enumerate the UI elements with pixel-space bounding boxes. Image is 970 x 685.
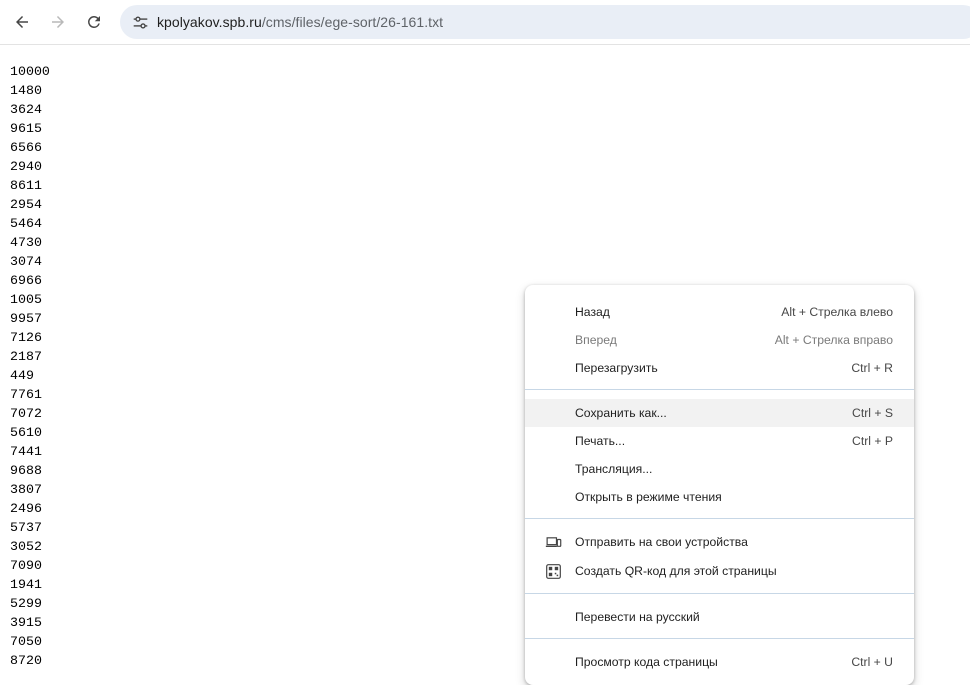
menu-item-cast[interactable]: Трансляция... [525, 455, 914, 483]
arrow-left-icon [16, 16, 28, 28]
text-line: 2496 [10, 501, 42, 516]
text-line: 10000 [10, 64, 50, 79]
text-line: 9957 [10, 311, 42, 326]
text-line: 4730 [10, 235, 42, 250]
text-line: 9688 [10, 463, 42, 478]
menu-item-create-qr[interactable]: Создать QR-код для этой страницы [525, 557, 914, 585]
text-line: 7761 [10, 387, 42, 402]
text-line: 7126 [10, 330, 42, 345]
menu-item-label: Вперед [575, 333, 617, 347]
menu-item-label: Отправить на свои устройства [575, 535, 748, 549]
menu-item-send-to-devices[interactable]: Отправить на свои устройства [525, 528, 914, 556]
menu-item-shortcut: Alt + Стрелка вправо [774, 333, 893, 347]
menu-item-print[interactable]: Печать... Ctrl + P [525, 427, 914, 455]
back-button[interactable] [6, 6, 38, 38]
text-line: 2954 [10, 197, 42, 212]
menu-item-label: Сохранить как... [575, 406, 667, 420]
text-line: 3074 [10, 254, 42, 269]
text-line: 449 [10, 368, 34, 383]
url-path: /cms/files/ege-sort/26-161.txt [261, 14, 444, 30]
text-line: 2187 [10, 349, 42, 364]
menu-item-shortcut: Ctrl + P [852, 434, 893, 448]
tune-icon [133, 15, 147, 29]
text-line: 7050 [10, 634, 42, 649]
address-bar[interactable]: kpolyakov.spb.ru/cms/files/ege-sort/26-1… [120, 5, 970, 39]
url-text[interactable]: kpolyakov.spb.ru/cms/files/ege-sort/26-1… [157, 14, 443, 30]
text-line: 1941 [10, 577, 42, 592]
menu-item-back[interactable]: Назад Alt + Стрелка влево [525, 298, 914, 326]
text-line: 1005 [10, 292, 42, 307]
text-line: 8720 [10, 653, 42, 668]
menu-item-label: Назад [575, 305, 610, 319]
menu-item-shortcut: Ctrl + R [851, 361, 893, 375]
menu-item-save-as[interactable]: Сохранить как... Ctrl + S [525, 399, 914, 427]
text-line: 3624 [10, 102, 42, 117]
page-text-content: 10000 1480 3624 9615 6566 2940 8611 2954 5464 473… [10, 62, 50, 670]
menu-item-forward[interactable]: Вперед Alt + Стрелка вправо [525, 326, 914, 354]
devices-icon [544, 533, 562, 551]
text-line: 9615 [10, 121, 42, 136]
text-line: 2940 [10, 159, 42, 174]
url-host: kpolyakov.spb.ru [157, 14, 262, 30]
text-line: 3052 [10, 539, 42, 554]
text-line: 5464 [10, 216, 42, 231]
reload-icon [88, 15, 100, 28]
menu-item-shortcut: Alt + Стрелка влево [781, 305, 893, 319]
arrow-right-icon [52, 16, 64, 28]
site-info-button[interactable] [126, 8, 154, 36]
text-line: 7072 [10, 406, 42, 421]
menu-item-label: Трансляция... [575, 462, 653, 476]
menu-item-label: Перезагрузить [575, 361, 658, 375]
menu-separator [525, 593, 914, 594]
forward-button[interactable] [42, 6, 74, 38]
text-line: 5737 [10, 520, 42, 535]
qr-code-icon [544, 562, 562, 580]
menu-separator [525, 638, 914, 639]
reload-button[interactable] [78, 6, 110, 38]
context-menu: Назад Alt + Стрелка влево Вперед Alt + С… [525, 285, 914, 685]
text-line: 3915 [10, 615, 42, 630]
menu-item-label: Просмотр кода страницы [575, 655, 718, 669]
text-line: 1480 [10, 83, 42, 98]
text-line: 3807 [10, 482, 42, 497]
menu-item-label: Перевести на русский [575, 610, 700, 624]
menu-item-reading-mode[interactable]: Открыть в режиме чтения [525, 483, 914, 511]
menu-item-shortcut: Ctrl + S [852, 406, 893, 420]
menu-item-view-source[interactable]: Просмотр кода страницы Ctrl + U [525, 648, 914, 676]
text-line: 7441 [10, 444, 42, 459]
text-line: 6966 [10, 273, 42, 288]
text-line: 5299 [10, 596, 42, 611]
menu-item-label: Открыть в режиме чтения [575, 490, 722, 504]
text-line: 6566 [10, 140, 42, 155]
menu-item-translate[interactable]: Перевести на русский [525, 603, 914, 631]
menu-item-shortcut: Ctrl + U [851, 655, 893, 669]
menu-item-reload[interactable]: Перезагрузить Ctrl + R [525, 354, 914, 382]
menu-separator [525, 389, 914, 390]
menu-item-label: Печать... [575, 434, 626, 448]
text-line: 5610 [10, 425, 42, 440]
browser-toolbar: kpolyakov.spb.ru/cms/files/ege-sort/26-1… [0, 0, 970, 45]
text-line: 8611 [10, 178, 42, 193]
menu-item-label: Создать QR-код для этой страницы [575, 564, 777, 578]
text-line: 7090 [10, 558, 42, 573]
menu-separator [525, 518, 914, 519]
